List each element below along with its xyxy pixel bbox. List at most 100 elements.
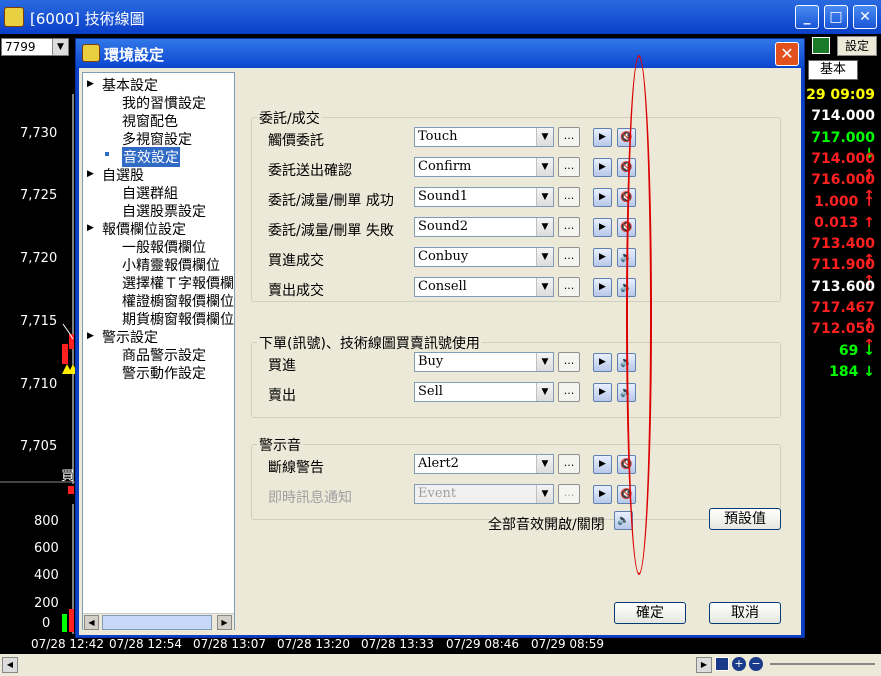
zoom-slider[interactable] <box>770 663 875 665</box>
time-tick: 07/28 12:42 <box>31 637 104 651</box>
tree-item[interactable]: 期貨櫥窗報價欄位 <box>122 309 234 329</box>
scroll-left-icon[interactable]: ◀ <box>2 657 18 673</box>
tree-expand-icon[interactable]: ▶ <box>87 331 94 341</box>
browse-button[interactable]: ... <box>558 217 580 237</box>
tree-item[interactable]: 選擇權Ｔ字報價欄 <box>122 273 234 293</box>
price-tick: 7,710 <box>20 377 58 392</box>
sound-select[interactable]: Sound1 ▼ <box>414 187 554 207</box>
tree-horizontal-scrollbar[interactable]: ◀ ▶ <box>83 613 234 630</box>
minimize-button[interactable]: _ <box>795 5 819 29</box>
chevron-down-icon[interactable]: ▼ <box>536 278 553 296</box>
tree-item[interactable]: 自選股票設定 <box>122 201 206 221</box>
play-icon[interactable]: ▶ <box>593 218 612 237</box>
play-icon[interactable]: ▶ <box>593 158 612 177</box>
browse-button[interactable]: ... <box>558 277 580 297</box>
tree-item[interactable]: 多視窗設定 <box>122 129 192 149</box>
maximize-button[interactable]: □ <box>824 5 848 29</box>
close-window-button[interactable]: ✕ <box>853 5 877 29</box>
play-icon[interactable]: ▶ <box>593 383 612 402</box>
speaker-icon[interactable]: 🔈 <box>617 248 636 267</box>
browse-button[interactable]: ... <box>558 157 580 177</box>
tree-item[interactable]: 小精靈報價欄位 <box>122 255 220 275</box>
play-icon[interactable]: ▶ <box>593 278 612 297</box>
speaker-muted-icon[interactable]: 🔇 <box>617 485 636 504</box>
scroll-right-icon[interactable]: ▶ <box>217 615 232 630</box>
cancel-button[interactable]: 取消 <box>709 602 781 624</box>
speaker-muted-icon[interactable]: 🔇 <box>617 218 636 237</box>
default-button[interactable]: 預設值 <box>709 508 781 530</box>
speaker-icon[interactable]: 🔈 <box>617 383 636 402</box>
browse-button[interactable]: ... <box>558 454 580 474</box>
chevron-down-icon[interactable]: ▼ <box>536 218 553 236</box>
sound-select[interactable]: Buy ▼ <box>414 352 554 372</box>
play-icon[interactable]: ▶ <box>593 188 612 207</box>
sound-select[interactable]: Sell ▼ <box>414 382 554 402</box>
tree-item[interactable]: 音效設定 <box>122 147 180 167</box>
symbol-select[interactable]: 7799 ▼ <box>1 38 69 56</box>
tree-item[interactable]: 自選群組 <box>122 183 178 203</box>
sound-select[interactable]: Touch ▼ <box>414 127 554 147</box>
zoom-in-icon[interactable]: + <box>732 657 746 671</box>
play-icon[interactable]: ▶ <box>593 485 612 504</box>
bottom-scrollbar[interactable]: ◀ ▶ + − <box>0 654 881 676</box>
browse-button[interactable]: ... <box>558 127 580 147</box>
zoom-out-icon[interactable]: − <box>749 657 763 671</box>
tree-item[interactable]: 權證櫥窗報價欄位 <box>122 291 234 311</box>
sound-select-value: Confirm <box>418 159 472 174</box>
play-icon[interactable]: ▶ <box>593 128 612 147</box>
browse-button[interactable]: ... <box>558 352 580 372</box>
tab-basic[interactable]: 基本 <box>808 60 858 80</box>
chevron-down-icon[interactable]: ▼ <box>536 188 553 206</box>
speaker-muted-icon[interactable]: 🔇 <box>617 455 636 474</box>
chevron-down-icon[interactable]: ▼ <box>536 455 553 473</box>
speaker-muted-icon[interactable]: 🔇 <box>617 188 636 207</box>
chevron-down-icon[interactable]: ▼ <box>536 353 553 371</box>
browse-button[interactable]: ... <box>558 187 580 207</box>
tree-expand-icon[interactable]: ▶ <box>87 169 94 179</box>
speaker-icon[interactable]: 🔈 <box>617 278 636 297</box>
tree-expand-icon[interactable]: ▶ <box>87 79 94 89</box>
tree-item[interactable]: 自選股 <box>102 165 144 185</box>
tree-item[interactable]: 視窗配色 <box>122 111 178 131</box>
chevron-down-icon[interactable]: ▼ <box>536 128 553 146</box>
tree-item[interactable]: 報價欄位設定 <box>102 219 186 239</box>
all-sound-toggle-button[interactable]: 🔈 <box>614 511 633 530</box>
sound-select[interactable]: Consell ▼ <box>414 277 554 297</box>
tree-item[interactable]: 商品警示設定 <box>122 345 206 365</box>
quote-value: 184 ↓ <box>829 363 875 380</box>
tree-item[interactable]: 我的習慣設定 <box>122 93 206 113</box>
checkbox-icon[interactable] <box>715 657 729 671</box>
speaker-muted-icon[interactable]: 🔇 <box>617 158 636 177</box>
scrollbar-thumb[interactable] <box>102 615 212 630</box>
browse-button[interactable]: ... <box>558 484 580 504</box>
sound-select[interactable]: Sound2 ▼ <box>414 217 554 237</box>
close-icon[interactable]: ✕ <box>775 42 799 66</box>
quote-value: 29 09:09 <box>806 87 875 103</box>
tree-item[interactable]: 警示設定 <box>102 327 158 347</box>
sound-select[interactable]: Conbuy ▼ <box>414 247 554 267</box>
scroll-left-icon[interactable]: ◀ <box>84 615 99 630</box>
sound-select[interactable]: Confirm ▼ <box>414 157 554 177</box>
tree-item[interactable]: 警示動作設定 <box>122 363 206 383</box>
tree-expand-icon[interactable]: ▶ <box>87 223 94 233</box>
volume-tick: 600 <box>34 541 59 556</box>
browse-button[interactable]: ... <box>558 382 580 402</box>
sound-select[interactable]: Alert2 ▼ <box>414 454 554 474</box>
tree-item[interactable]: 基本設定 <box>102 75 158 95</box>
play-icon[interactable]: ▶ <box>593 455 612 474</box>
play-icon[interactable]: ▶ <box>593 353 612 372</box>
settings-button[interactable]: 設定 <box>837 36 877 56</box>
play-icon[interactable]: ▶ <box>593 248 612 267</box>
speaker-muted-icon[interactable]: 🔇 <box>617 128 636 147</box>
chevron-down-icon[interactable]: ▼ <box>536 248 553 266</box>
chevron-down-icon[interactable]: ▼ <box>536 158 553 176</box>
speaker-icon[interactable]: 🔈 <box>617 353 636 372</box>
chevron-down-icon[interactable]: ▼ <box>536 383 553 401</box>
chevron-down-icon[interactable]: ▼ <box>52 39 68 55</box>
symbol-value: 7799 <box>5 40 36 54</box>
ok-button[interactable]: 確定 <box>614 602 686 624</box>
browse-button[interactable]: ... <box>558 247 580 267</box>
scroll-right-icon[interactable]: ▶ <box>696 657 712 673</box>
tree-item[interactable]: 一般報價欄位 <box>122 237 206 257</box>
excel-icon[interactable] <box>812 37 830 54</box>
